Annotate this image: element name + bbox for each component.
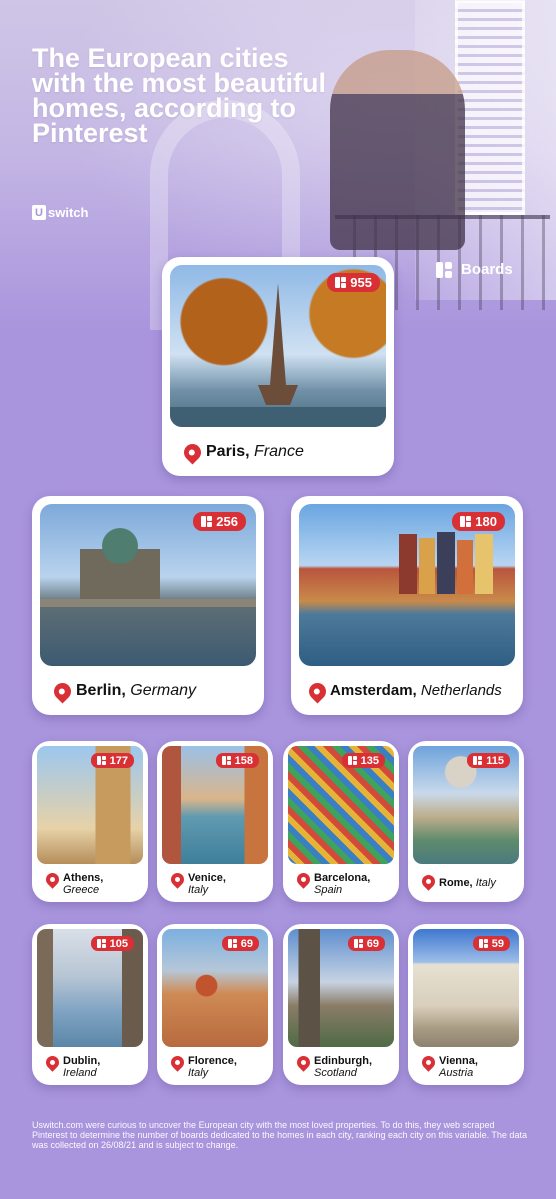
boards-icon [335,277,347,288]
country-name: Germany [130,682,197,699]
boards-count: 115 [486,754,504,767]
boards-count: 256 [216,514,238,529]
location-pin-icon [168,1053,187,1072]
boards-icon [347,756,357,765]
city-name: Amsterdam, [330,682,417,699]
boards-icon [227,939,237,948]
boards-badge: 105 [90,936,134,951]
boards-count: 180 [475,514,497,529]
city-label: Rome, Italy [439,877,496,889]
city-name: Florence, [188,1055,237,1067]
city-label: Paris, France [206,443,304,461]
country-name: Italy [475,877,496,889]
boards-icon [478,939,488,948]
city-card-athens: 177 Athens, Greece [32,741,148,902]
boards-badge: 69 [221,936,259,951]
boards-badge: 180 [452,512,505,531]
boards-badge: 115 [467,753,510,768]
city-name: Paris, [206,443,250,460]
window-shutter [455,0,525,215]
boards-badge: 158 [215,753,259,768]
city-name: Rome, [439,877,473,889]
boards-count: 69 [240,937,253,950]
city-label: Florence, Italy [188,1055,237,1079]
boards-count: 177 [109,754,128,767]
boards-badge: 955 [327,273,380,292]
boards-badge: 59 [472,936,510,951]
city-name: Dublin, [63,1055,101,1067]
city-card-vienna: 59 Vienna, Austria [408,924,524,1085]
city-label: Amsterdam, Netherlands [330,682,502,699]
city-card-rome: 115 Rome, Italy [408,741,524,902]
city-label: Barcelona, Spain [314,872,370,896]
country-name: Spain [314,884,343,896]
city-card-venice: 158 Venice, Italy [157,741,273,902]
city-card-barcelona: 135 Barcelona, Spain [283,741,399,902]
country-name: Austria [439,1067,474,1079]
location-pin-icon [294,1053,313,1072]
country-name: Italy [188,884,209,896]
city-name: Venice, [188,872,226,884]
boards-count: 135 [360,754,379,767]
location-pin-icon [43,870,62,889]
city-name: Edinburgh, [314,1055,373,1067]
city-card-edinburgh: 69 Edinburgh, Scotland [283,924,399,1085]
boards-badge: 256 [193,512,246,531]
boards-icon [96,939,106,948]
country-name: Scotland [314,1067,357,1079]
location-pin-icon [419,1053,438,1072]
methodology-footnote: Uswitch.com were curious to uncover the … [32,1120,527,1150]
boards-badge: 177 [90,753,134,768]
boards-count: 955 [350,275,372,290]
boards-icon [353,939,363,948]
boards-count: 158 [234,754,253,767]
city-name: Berlin, [76,682,126,699]
boards-icon [473,756,483,765]
boards-badge: 69 [347,936,385,951]
location-pin-icon [419,872,438,891]
boards-icon [436,261,452,278]
boards-icon [96,756,106,765]
legend-label: Boards [461,261,513,278]
boards-icon [221,756,231,765]
city-card-paris: 955 Paris, France [162,257,394,476]
boards-badge: 135 [341,753,385,768]
country-name: Italy [188,1067,209,1079]
city-label: Berlin, Germany [76,682,196,700]
boards-count: 105 [109,937,128,950]
location-pin-icon [180,440,205,465]
page-title: The European cities with the most beauti… [32,43,326,148]
city-label: Vienna, Austria [439,1055,478,1079]
city-card-berlin: 256 Berlin, Germany [32,496,264,715]
city-card-dublin: 105 Dublin, Ireland [32,924,148,1085]
city-label: Edinburgh, Scotland [314,1055,372,1079]
country-name: Ireland [63,1067,97,1079]
city-name: Vienna, [439,1055,478,1067]
location-pin-icon [50,679,75,704]
country-name: France [254,443,304,460]
city-card-amsterdam: 180 Amsterdam, Netherlands [291,496,523,715]
boards-icon [460,516,472,527]
city-label: Athens, Greece [63,872,103,896]
city-name: Athens, [63,872,104,884]
country-name: Greece [63,884,100,896]
city-name: Barcelona, [314,872,371,884]
boards-count: 59 [491,937,504,950]
logo-mark: U [32,205,46,220]
country-name: Netherlands [420,682,502,699]
location-pin-icon [294,870,313,889]
boards-legend: Boards [436,261,513,278]
city-label: Venice, Italy [188,872,226,896]
logo-text: switch [48,205,89,220]
boards-count: 69 [366,937,379,950]
location-pin-icon [43,1053,62,1072]
location-pin-icon [168,870,187,889]
uswitch-logo: U switch [32,205,88,220]
city-card-florence: 69 Florence, Italy [157,924,273,1085]
city-label: Dublin, Ireland [63,1055,100,1079]
location-pin-icon [305,679,330,704]
boards-icon [201,516,213,527]
